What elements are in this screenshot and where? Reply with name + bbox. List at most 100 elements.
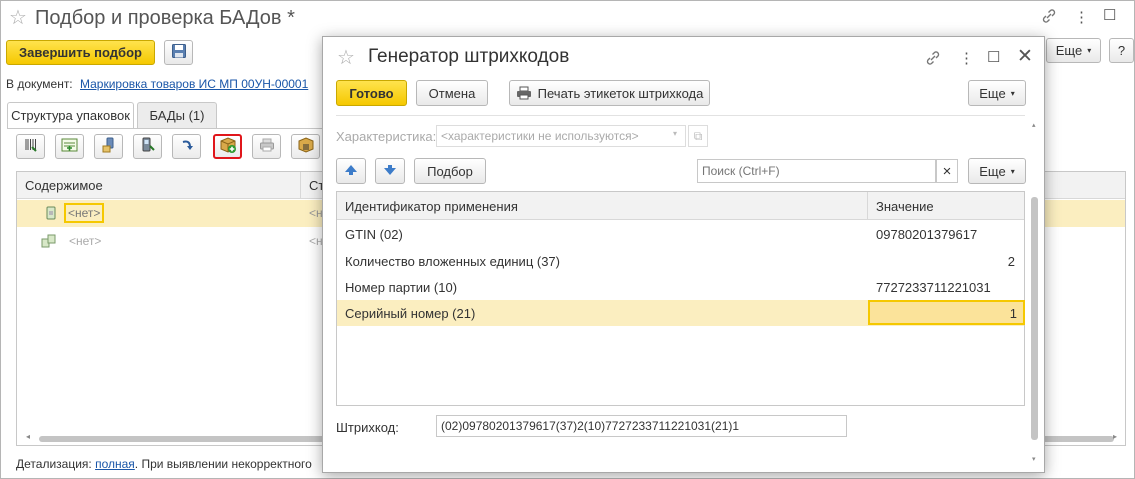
main-more-button[interactable]: Еще ▾ [1046, 38, 1101, 63]
scroll-down-icon[interactable]: ▾ [1032, 455, 1036, 463]
more-actions-icon[interactable]: ⋮ [959, 49, 974, 67]
table-more-label: Еще [979, 163, 1006, 179]
column-header-content[interactable]: Содержимое [25, 178, 103, 193]
characteristic-label: Характеристика: [336, 129, 437, 144]
scanner-button[interactable] [94, 134, 123, 159]
link-icon[interactable] [925, 50, 941, 70]
help-button[interactable]: ? [1109, 38, 1134, 63]
barcode-label: Штрихкод: [336, 420, 399, 435]
second-cell: <н [309, 206, 323, 220]
pick-button[interactable]: Подбор [414, 158, 486, 184]
tab-package-structure[interactable]: Структура упаковок [7, 102, 134, 128]
chevron-down-icon: ▾ [672, 129, 677, 138]
scroll-left-icon[interactable]: ◂ [26, 432, 30, 441]
barcode-generator-dialog: ☆ Генератор штрихкодов ⋮ ☐ ✕ Готово Отме… [322, 36, 1045, 473]
dialog-title: Генератор штрихкодов [368, 46, 570, 67]
barcode-scan-button[interactable] [16, 134, 45, 159]
main-more-label: Еще [1055, 43, 1083, 58]
print-button[interactable] [252, 134, 281, 159]
cancel-button[interactable]: Отмена [416, 80, 488, 106]
dialog-more-button[interactable]: Еще ▾ [968, 80, 1026, 106]
link-icon[interactable] [1041, 8, 1057, 28]
identifier-cell: GTIN (02) [345, 227, 403, 242]
column-header-value[interactable]: Значение [876, 199, 934, 214]
identifier-cell: Серийный номер (21) [345, 306, 476, 321]
footer-text: Детализация: полная. При выявлении некор… [16, 457, 312, 471]
table-row[interactable]: Количество вложенных единиц (37) 2 [337, 248, 1024, 274]
package-icon [44, 206, 58, 223]
tsd-icon [140, 137, 156, 156]
scroll-right-icon[interactable]: ▸ [1113, 432, 1117, 441]
doc-link[interactable]: Маркировка товаров ИС МП 00УН-00001 [80, 77, 308, 91]
chevron-down-icon: ▾ [1087, 46, 1092, 55]
main-title: Подбор и проверка БАДов * [35, 7, 295, 29]
print-icon [259, 137, 275, 156]
chevron-down-icon: ▾ [1010, 88, 1015, 98]
identifier-cell: Номер партии (10) [345, 280, 458, 295]
box-barcode-button[interactable] [291, 134, 320, 159]
done-button[interactable]: Готово [336, 80, 407, 106]
column-header-identifier[interactable]: Идентификатор применения [345, 199, 518, 214]
footer-rest: . При выявлении некорректного [134, 457, 312, 471]
open-icon: ⧉ [688, 125, 708, 147]
characteristic-placeholder: <характеристики не используются> [441, 129, 639, 143]
favorite-star-icon[interactable]: ☆ [9, 8, 27, 28]
doc-label: В документ: [6, 77, 73, 91]
finish-button[interactable]: Завершить подбор [6, 40, 155, 65]
table-row-selected[interactable]: Серийный номер (21) 1 [337, 300, 1025, 326]
arrow-up-icon [344, 163, 358, 180]
search-input[interactable] [697, 159, 936, 183]
identifiers-table: Идентификатор применения Значение GTIN (… [336, 191, 1025, 406]
save-button[interactable] [164, 40, 193, 65]
move-up-button[interactable] [336, 158, 366, 184]
print-labels-button[interactable]: Печать этикеток штрихкода [509, 80, 710, 106]
more-actions-icon[interactable]: ⋮ [1074, 8, 1089, 26]
favorite-star-icon[interactable]: ☆ [337, 48, 355, 68]
add-package-button[interactable] [213, 134, 242, 159]
table-header: Идентификатор применения Значение [337, 192, 1024, 220]
close-icon[interactable]: ✕ [1017, 45, 1033, 68]
value-cell[interactable]: 7727233711221031 [876, 280, 991, 295]
column-divider [867, 192, 868, 220]
table-row[interactable]: Номер партии (10) 7727233711221031 [337, 274, 1024, 300]
scroll-up-icon[interactable]: ▴ [1032, 121, 1036, 129]
printer-icon [516, 86, 532, 100]
content-cell[interactable]: <нет> [64, 203, 105, 223]
box-barcode-icon [298, 137, 314, 156]
content-cell: <нет> [69, 234, 102, 248]
table-more-button[interactable]: Еще ▾ [968, 158, 1026, 184]
add-row-button[interactable] [55, 134, 84, 159]
column-divider [300, 172, 301, 199]
identifier-cell: Количество вложенных единиц (37) [345, 254, 560, 269]
arrow-icon [179, 137, 195, 156]
chevron-down-icon: ▾ [1010, 166, 1015, 176]
value-cell[interactable]: 09780201379617 [876, 227, 977, 242]
table-row[interactable]: GTIN (02) 09780201379617 [337, 221, 1024, 247]
add-row-icon [61, 137, 79, 156]
vertical-scrollbar[interactable] [1031, 197, 1038, 440]
arrow-down-icon [383, 163, 397, 180]
value-cell-editing[interactable]: 1 [868, 300, 1025, 325]
packages-icon [41, 234, 57, 251]
barcode-field[interactable]: (02)09780201379617(37)2(10)7727233711221… [436, 415, 847, 437]
maximize-icon[interactable]: ☐ [1103, 6, 1116, 24]
search-clear-button[interactable]: × [936, 159, 958, 183]
footer-link[interactable]: полная [95, 457, 135, 471]
tab-supplements[interactable]: БАДы (1) [137, 102, 217, 128]
toolbar-divider [336, 115, 1025, 116]
tab-divider [7, 128, 323, 129]
characteristic-field: <характеристики не используются> ▾ [436, 125, 686, 147]
print-labels-label: Печать этикеток штрихкода [537, 85, 704, 101]
add-package-icon [219, 136, 237, 157]
move-down-button[interactable] [375, 158, 405, 184]
second-cell: <н [309, 234, 323, 248]
tsd-button[interactable] [133, 134, 162, 159]
move-button[interactable] [172, 134, 201, 159]
scanner-icon [101, 137, 117, 156]
maximize-icon[interactable]: ☐ [987, 48, 1000, 66]
dialog-more-label: Еще [979, 85, 1006, 101]
save-icon [171, 43, 187, 62]
footer-prefix: Детализация: [16, 457, 92, 471]
value-cell[interactable]: 2 [1008, 254, 1015, 269]
barcode-scan-icon [23, 137, 39, 156]
